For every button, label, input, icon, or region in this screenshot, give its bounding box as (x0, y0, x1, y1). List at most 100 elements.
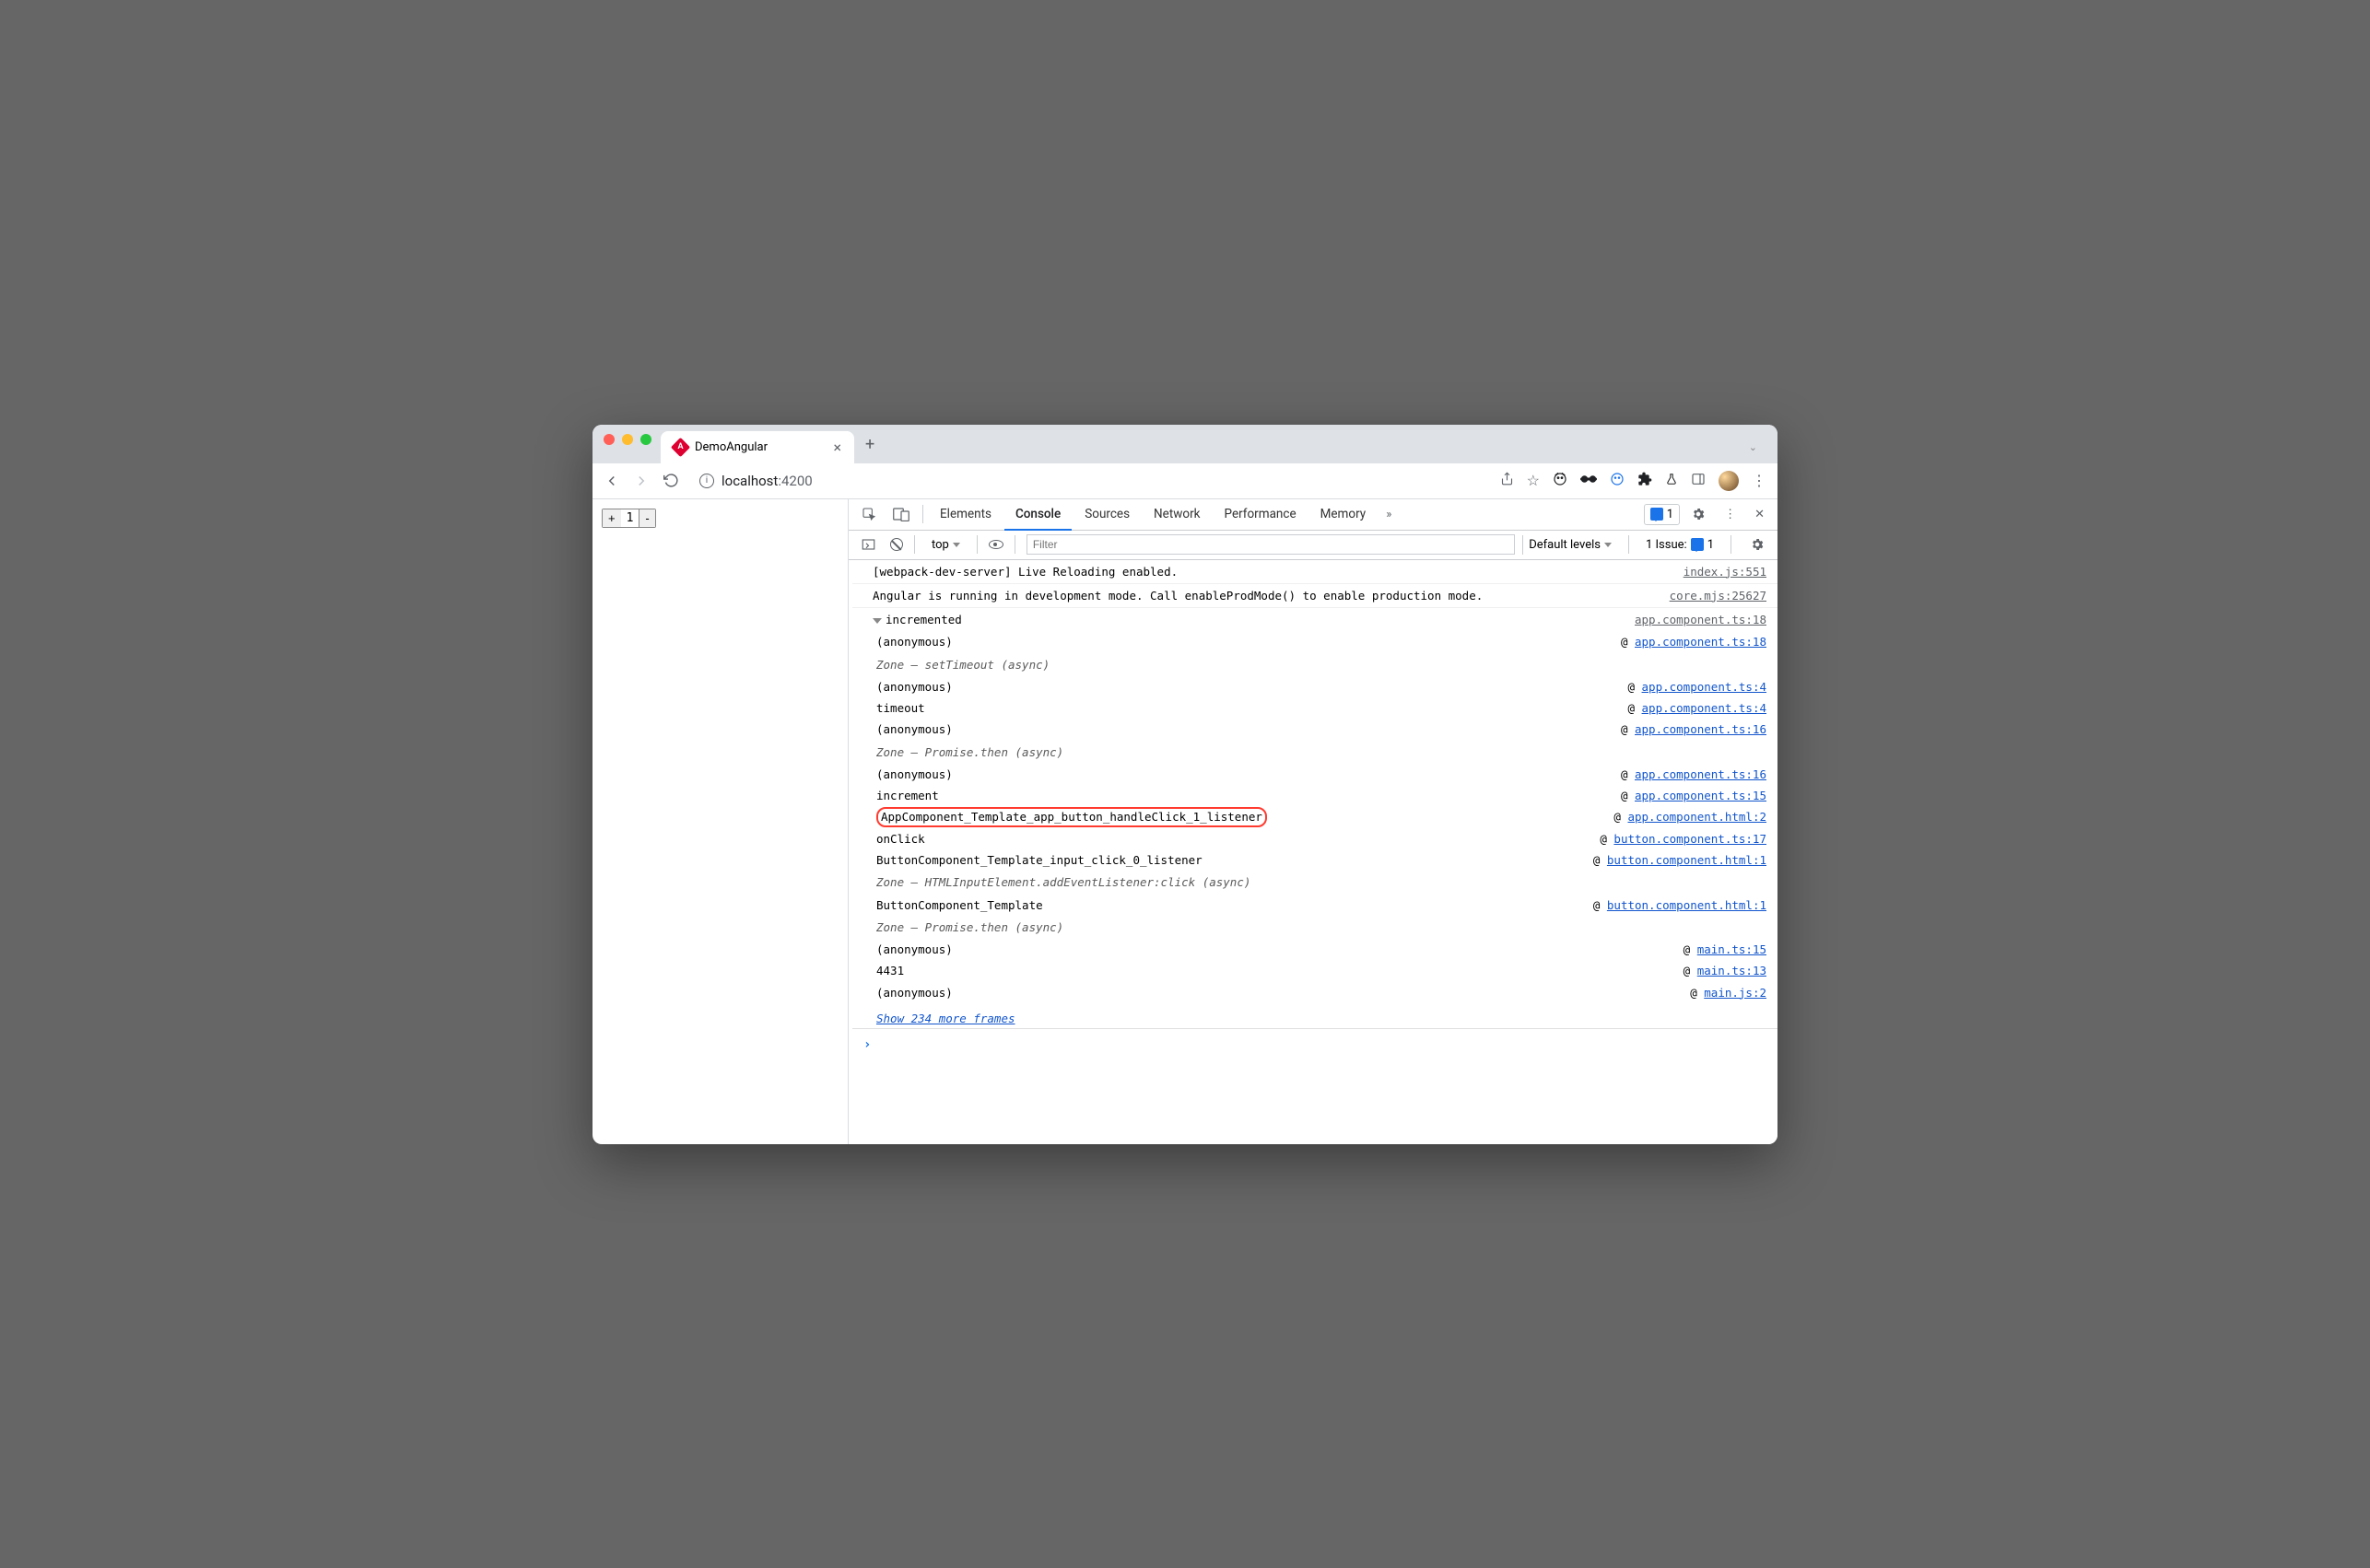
live-expression-icon[interactable] (989, 540, 1003, 549)
levels-picker[interactable]: Default levels (1522, 535, 1617, 555)
trace-header[interactable]: incremented app.component.ts:18 (852, 607, 1778, 631)
frame-source: @ main.ts:15 (1684, 940, 1766, 959)
more-tabs-icon[interactable]: » (1379, 502, 1399, 527)
tab-console[interactable]: Console (1004, 499, 1072, 531)
devtools-panel: Elements Console Sources Network Perform… (849, 499, 1778, 1144)
issues-count: 1 (1707, 538, 1714, 552)
angular-favicon-icon (671, 437, 690, 456)
extension-icon-2[interactable] (1580, 472, 1597, 489)
source-link[interactable]: app.component.html:2 (1627, 810, 1766, 824)
stack-frame: (anonymous) @ main.js:2 (852, 982, 1778, 1003)
new-tab-button[interactable]: + (854, 426, 886, 463)
tab-sources[interactable]: Sources (1074, 499, 1141, 529)
back-button[interactable] (604, 473, 620, 489)
source-link[interactable]: app.component.ts:16 (1635, 722, 1766, 736)
message-icon (1650, 508, 1663, 521)
reload-button[interactable] (663, 473, 679, 489)
page-viewport: + 1 - (592, 499, 849, 1144)
stack-frame: (anonymous) @ main.ts:15 (852, 939, 1778, 960)
levels-label: Default levels (1529, 538, 1601, 552)
close-window-button[interactable] (604, 434, 615, 445)
source-link[interactable]: app.component.ts:18 (1635, 635, 1766, 649)
source-link[interactable]: app.component.ts:18 (1635, 613, 1766, 626)
context-label: top (932, 538, 949, 552)
browser-tab[interactable]: DemoAngular × (661, 431, 854, 463)
context-picker[interactable]: top (926, 535, 966, 555)
log-message: Angular is running in development mode. … (873, 586, 1670, 605)
extension-icon-1[interactable] (1553, 472, 1567, 490)
filter-input[interactable] (1027, 534, 1515, 555)
frame-source: @ button.component.html:1 (1593, 850, 1766, 870)
issues-indicator[interactable]: 1 Issue: 1 (1640, 535, 1719, 555)
devtools-menu-icon[interactable]: ⋮ (1717, 502, 1743, 527)
source-link[interactable]: app.component.ts:4 (1642, 680, 1766, 694)
profile-avatar[interactable] (1719, 471, 1739, 491)
source-link[interactable]: button.component.html:1 (1607, 853, 1766, 867)
log-row: Angular is running in development mode. … (852, 583, 1778, 607)
stack-frame: (anonymous) @ app.component.ts:4 (852, 676, 1778, 697)
devtools-close-icon[interactable]: ✕ (1747, 502, 1772, 527)
increment-button[interactable]: + (603, 509, 621, 527)
inspect-element-icon[interactable] (854, 501, 884, 527)
source-link[interactable]: app.component.ts:16 (1635, 767, 1766, 781)
stack-frame: 4431 @ main.ts:13 (852, 960, 1778, 981)
stack-frame: ButtonComponent_Template_input_click_0_l… (852, 849, 1778, 871)
tab-memory[interactable]: Memory (1309, 499, 1378, 529)
source-link[interactable]: button.component.ts:17 (1613, 832, 1766, 846)
counter-widget: + 1 - (602, 509, 656, 528)
frame-name: (anonymous) (876, 720, 953, 739)
close-tab-button[interactable]: × (833, 439, 841, 456)
frame-source: @ app.component.ts:4 (1627, 698, 1766, 718)
messages-badge[interactable]: 1 (1644, 504, 1680, 525)
caret-down-icon (953, 543, 960, 547)
frame-name: ButtonComponent_Template (876, 895, 1043, 915)
extensions-puzzle-icon[interactable] (1637, 472, 1652, 490)
frame-name: (anonymous) (876, 677, 953, 696)
show-more-frames-link[interactable]: Show 234 more frames (852, 1003, 1015, 1028)
source-link[interactable]: main.ts:13 (1697, 964, 1766, 977)
minimize-window-button[interactable] (622, 434, 633, 445)
maximize-window-button[interactable] (640, 434, 651, 445)
frame-name: AppComponent_Template_app_button_handleC… (876, 807, 1267, 827)
source-link[interactable]: app.component.ts:15 (1635, 789, 1766, 802)
tab-performance[interactable]: Performance (1214, 499, 1308, 529)
source-link[interactable]: main.js:2 (1704, 986, 1766, 1000)
console-toolbar: top Default levels 1 Issue: 1 (849, 531, 1778, 560)
disclosure-triangle-icon[interactable] (873, 618, 882, 624)
console-body[interactable]: [webpack-dev-server] Live Reloading enab… (849, 560, 1778, 1144)
stack-frame: (anonymous) @ app.component.ts:18 (852, 631, 1778, 652)
clear-console-icon[interactable] (890, 538, 903, 551)
tabs-overflow-icon[interactable]: ⌄ (1749, 441, 1757, 453)
labs-icon[interactable] (1665, 472, 1678, 490)
side-panel-icon[interactable] (1691, 472, 1706, 490)
share-icon[interactable] (1500, 472, 1514, 489)
source-link[interactable]: index.js:551 (1684, 565, 1766, 579)
tab-strip: DemoAngular × + ⌄ (592, 425, 1778, 463)
frame-source: @ app.component.ts:16 (1621, 720, 1766, 739)
tab-elements[interactable]: Elements (929, 499, 1003, 529)
device-toolbar-icon[interactable] (886, 501, 917, 527)
frame-source: @ button.component.ts:17 (1600, 829, 1766, 848)
devtools-settings-icon[interactable] (1684, 501, 1713, 527)
source-link[interactable]: button.component.html:1 (1607, 898, 1766, 912)
zone-frame: Zone — Promise.then (async) (852, 741, 1778, 764)
extension-icon-3[interactable] (1610, 472, 1625, 490)
source-link[interactable]: main.ts:15 (1697, 942, 1766, 956)
console-settings-icon[interactable] (1742, 532, 1772, 557)
zone-frame: Zone — Promise.then (async) (852, 916, 1778, 939)
browser-menu-icon[interactable]: ⋮ (1752, 472, 1766, 489)
messages-count: 1 (1667, 508, 1673, 521)
console-prompt[interactable]: › (852, 1028, 1778, 1062)
decrement-button[interactable]: - (639, 509, 654, 527)
address-field[interactable]: i localhost:4200 (692, 469, 1487, 493)
frame-name: (anonymous) (876, 940, 953, 959)
console-sidebar-toggle-icon[interactable] (854, 532, 883, 556)
site-info-icon[interactable]: i (699, 474, 714, 488)
tab-network[interactable]: Network (1143, 499, 1211, 529)
bookmark-icon[interactable]: ☆ (1527, 472, 1540, 489)
frame-source: @ app.component.ts:16 (1621, 765, 1766, 784)
url-bar: i localhost:4200 ☆ (592, 463, 1778, 499)
caret-down-icon (1604, 543, 1612, 547)
source-link[interactable]: core.mjs:25627 (1670, 589, 1766, 603)
source-link[interactable]: app.component.ts:4 (1642, 701, 1766, 715)
